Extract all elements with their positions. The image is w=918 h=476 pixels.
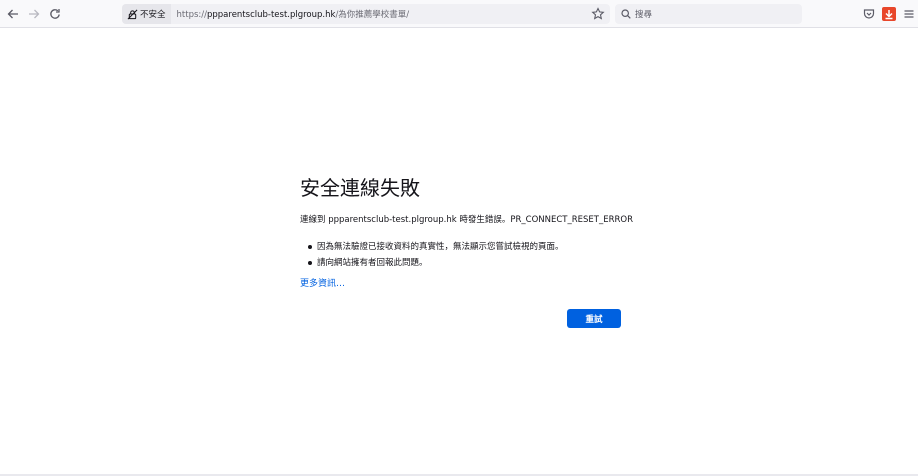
url-host: ppparentsclub-test.plgroup.hk <box>206 10 336 20</box>
pocket-icon <box>863 9 875 19</box>
list-item: 因為無法驗證已接收資料的真實性，無法顯示您嘗試檢視的頁面。 <box>308 239 564 255</box>
site-security-indicator[interactable]: 不安全 <box>122 4 171 24</box>
forward-button[interactable] <box>25 5 43 23</box>
url-path: /為你推薦學校書單/ <box>335 10 410 20</box>
downloads-button[interactable] <box>882 7 896 21</box>
reload-icon <box>50 9 60 19</box>
error-title: 安全連線失敗 <box>300 176 420 200</box>
browser-toolbar: 不安全 https://ppparentsclub-test.plgroup.h… <box>0 0 918 28</box>
menu-button[interactable] <box>902 7 916 21</box>
search-icon <box>621 9 631 19</box>
insecure-label: 不安全 <box>140 10 166 20</box>
download-arrow-icon <box>885 10 893 20</box>
bookmark-star-icon[interactable] <box>591 7 605 21</box>
hamburger-menu-icon <box>904 10 914 18</box>
error-description: 連線到 ppparentsclub-test.plgroup.hk 時發生錯誤。… <box>300 215 633 225</box>
pocket-button[interactable] <box>862 7 876 21</box>
search-bar[interactable]: 搜尋 <box>615 4 802 24</box>
address-bar[interactable]: 不安全 https://ppparentsclub-test.plgroup.h… <box>122 4 610 24</box>
error-page: 安全連線失敗 連線到 ppparentsclub-test.plgroup.hk… <box>300 172 633 328</box>
arrow-left-icon <box>7 9 18 19</box>
url-text[interactable]: https://ppparentsclub-test.plgroup.hk/為你… <box>177 8 410 20</box>
arrow-right-icon <box>29 9 40 19</box>
url-prefix: https:// <box>176 10 207 20</box>
search-placeholder: 搜尋 <box>635 10 653 20</box>
reload-button[interactable] <box>46 5 64 23</box>
more-info-link[interactable]: 更多資訊… <box>300 276 345 289</box>
insecure-lock-icon <box>127 9 138 19</box>
list-item: 請向網站擁有者回報此問題。 <box>308 255 564 271</box>
error-reasons-list: 因為無法驗證已接收資料的真實性，無法顯示您嘗試檢視的頁面。 請向網站擁有者回報此… <box>300 239 564 271</box>
back-button[interactable] <box>4 5 22 23</box>
retry-button[interactable]: 重試 <box>567 309 621 328</box>
